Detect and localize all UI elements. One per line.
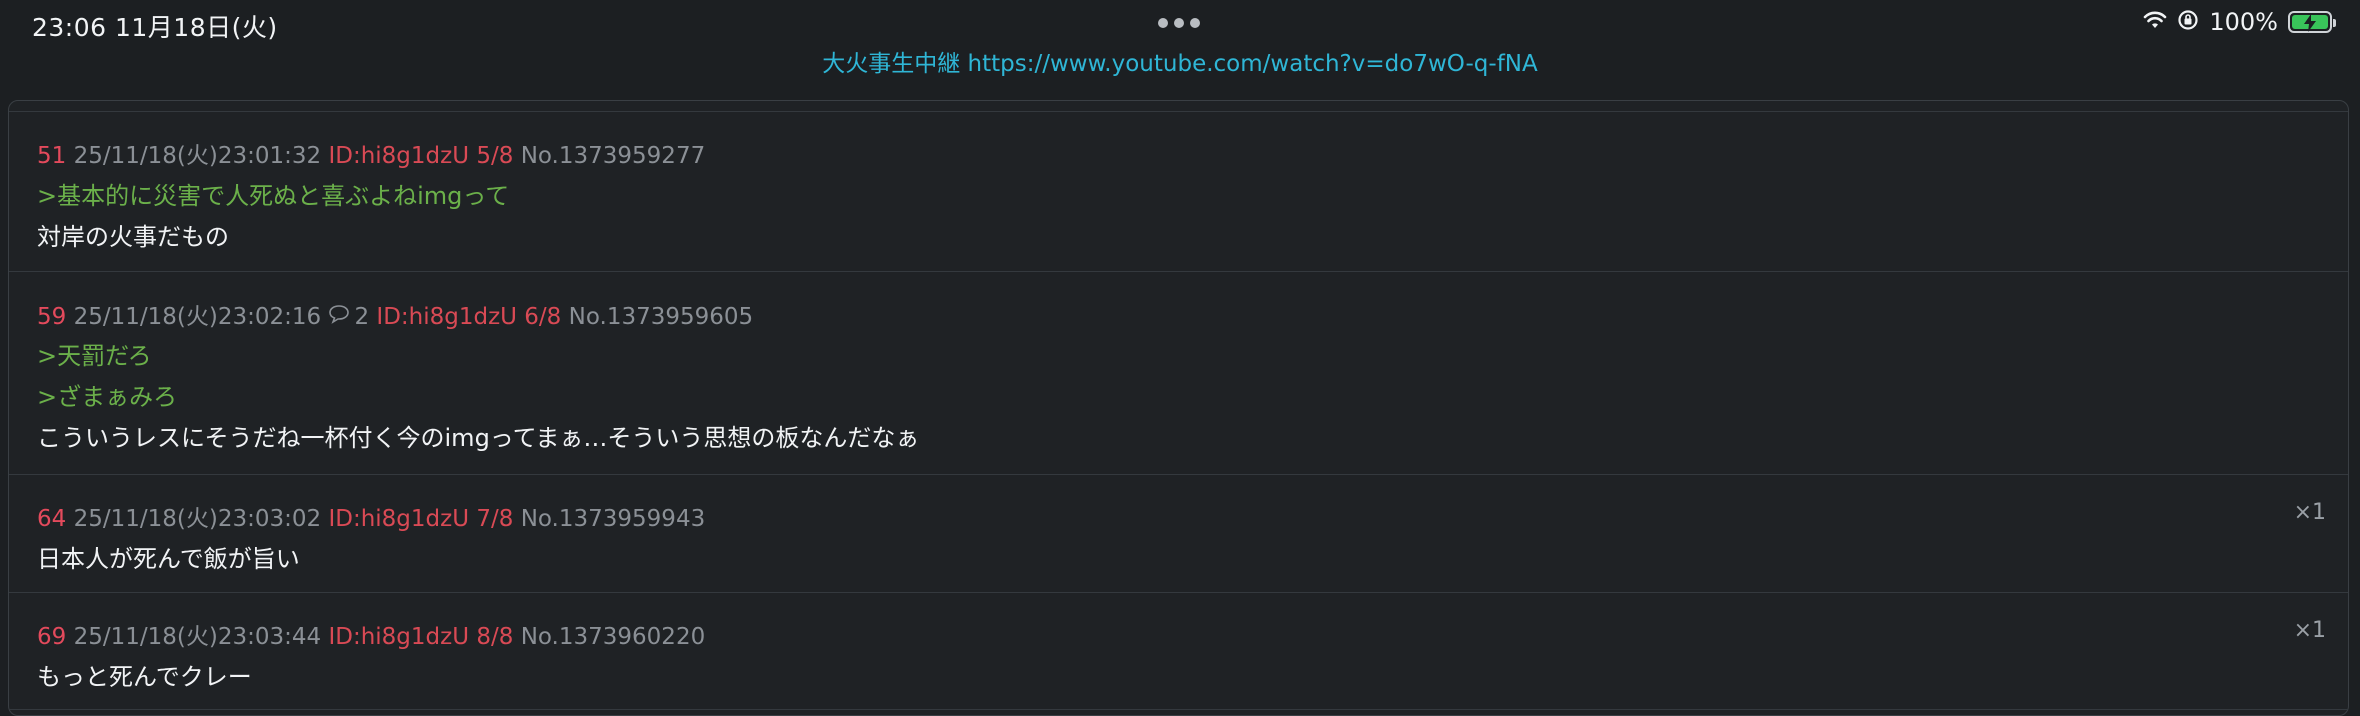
reply-count-button[interactable]: 2 bbox=[328, 304, 369, 330]
quote-line[interactable]: >天罰だろ bbox=[37, 336, 152, 371]
post-item[interactable]: 64 25/11/18(火)23:03:02 ID:hi8g1dzU 7/8 N… bbox=[9, 475, 2348, 593]
reply-count: 2 bbox=[354, 304, 370, 330]
post-body: 対岸の火事だもの bbox=[37, 223, 229, 251]
post-no[interactable]: No.1373959605 bbox=[569, 304, 754, 330]
post-header: 69 25/11/18(火)23:03:44 ID:hi8g1dzU 8/8 N… bbox=[37, 617, 705, 651]
poster-id[interactable]: ID:hi8g1dzU 8/8 bbox=[328, 624, 513, 650]
post-item[interactable]: 51 25/11/18(火)23:01:32 ID:hi8g1dzU 5/8 N… bbox=[9, 111, 2348, 272]
post-datetime: 25/11/18(火)23:02:16 bbox=[73, 304, 322, 330]
poster-id[interactable]: ID:hi8g1dzU 6/8 bbox=[376, 304, 561, 330]
soudane-count[interactable]: ×1 bbox=[2294, 618, 2326, 643]
post-datetime: 25/11/18(火)23:03:02 bbox=[73, 506, 322, 532]
post-body: こういうレスにそうだね一杯付く今のimgってまぁ…そういう思想の板なんだなぁ bbox=[37, 424, 920, 452]
poster-id[interactable]: ID:hi8g1dzU 5/8 bbox=[328, 143, 513, 169]
status-indicators: 100% bbox=[2143, 8, 2336, 36]
comment-bubble-icon bbox=[328, 304, 350, 330]
post-no[interactable]: No.1373960220 bbox=[521, 624, 706, 650]
post-number[interactable]: 64 bbox=[37, 506, 66, 532]
quote-line[interactable]: >ざまぁみろ bbox=[37, 377, 177, 412]
status-time-date: 23:06 11月18日(火) bbox=[32, 13, 278, 42]
post-item[interactable]: 59 25/11/18(火)23:02:16 2 ID:hi8g1dzU 6/8… bbox=[9, 272, 2348, 475]
wifi-icon bbox=[2143, 10, 2167, 34]
post-no[interactable]: No.1373959277 bbox=[521, 143, 706, 169]
post-number[interactable]: 59 bbox=[37, 304, 66, 330]
post-list-panel: 51 25/11/18(火)23:01:32 ID:hi8g1dzU 5/8 N… bbox=[8, 100, 2349, 716]
post-item[interactable]: 69 25/11/18(火)23:03:44 ID:hi8g1dzU 8/8 N… bbox=[9, 593, 2348, 710]
orientation-lock-icon bbox=[2177, 9, 2199, 35]
thread-title-link[interactable]: 大火事生中継 https://www.youtube.com/watch?v=d… bbox=[0, 44, 2360, 78]
post-header: 51 25/11/18(火)23:01:32 ID:hi8g1dzU 5/8 N… bbox=[37, 136, 705, 170]
post-header: 64 25/11/18(火)23:03:02 ID:hi8g1dzU 7/8 N… bbox=[37, 499, 705, 533]
post-datetime: 25/11/18(火)23:03:44 bbox=[73, 624, 322, 650]
post-header: 59 25/11/18(火)23:02:16 2 ID:hi8g1dzU 6/8… bbox=[37, 297, 753, 331]
post-body: もっと死んでクレー bbox=[37, 663, 252, 691]
post-no[interactable]: No.1373959943 bbox=[521, 506, 706, 532]
post-number[interactable]: 51 bbox=[37, 143, 66, 169]
soudane-count[interactable]: ×1 bbox=[2294, 500, 2326, 525]
post-number[interactable]: 69 bbox=[37, 624, 66, 650]
status-bar: 23:06 11月18日(火) 100% bbox=[0, 0, 2360, 48]
post-datetime: 25/11/18(火)23:01:32 bbox=[73, 143, 322, 169]
battery-charging-icon bbox=[2288, 11, 2336, 33]
battery-percent: 100% bbox=[2209, 8, 2278, 36]
poster-id[interactable]: ID:hi8g1dzU 7/8 bbox=[328, 506, 513, 532]
multitasking-dots-icon[interactable] bbox=[1158, 18, 1200, 28]
quote-line[interactable]: >基本的に災害で人死ぬと喜ぶよねimgって bbox=[37, 176, 509, 211]
post-body: 日本人が死んで飯が旨い bbox=[37, 545, 300, 573]
